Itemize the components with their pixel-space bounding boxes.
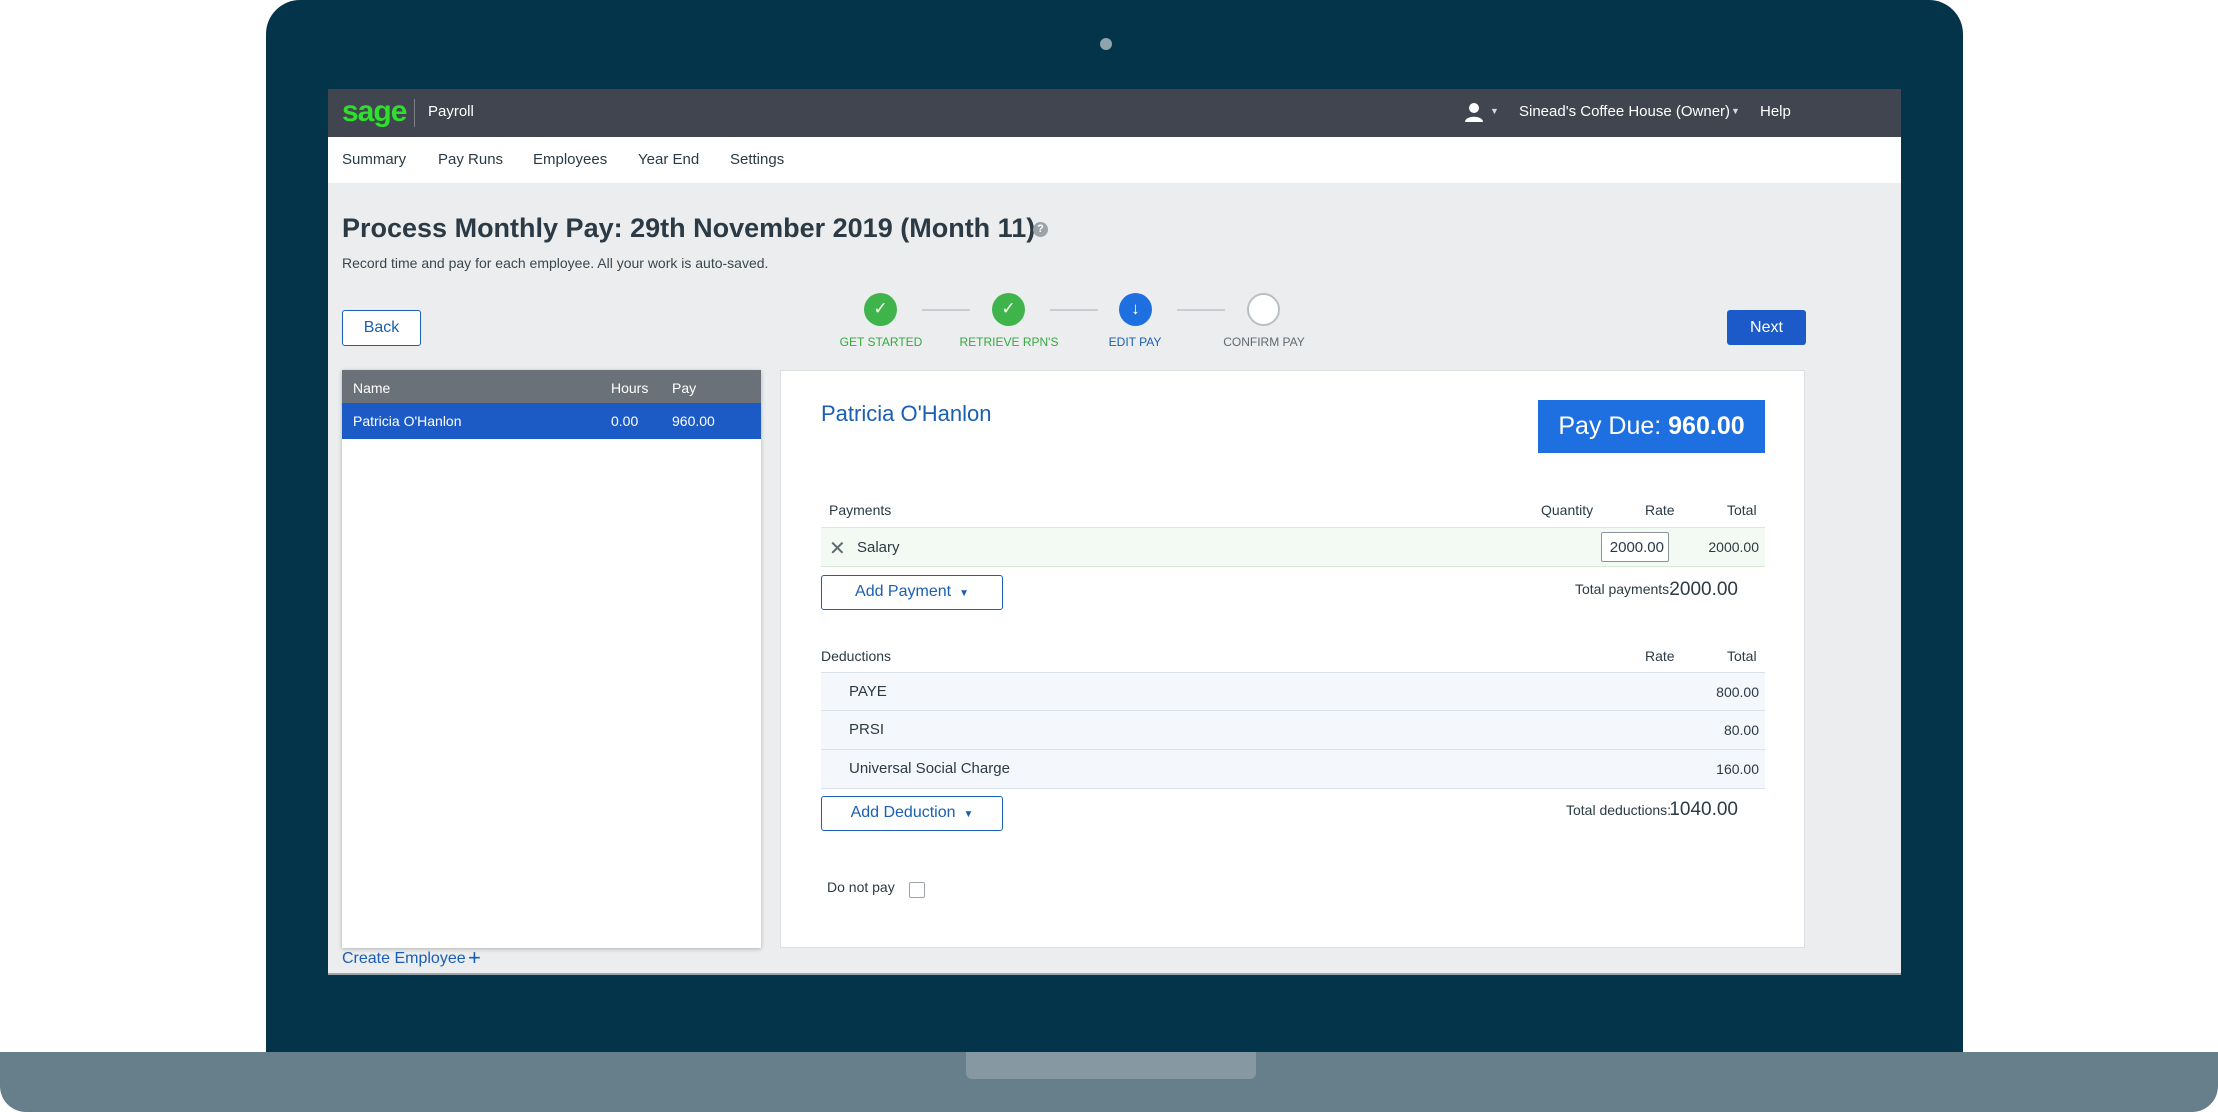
deduction-label: Universal Social Charge bbox=[849, 760, 1010, 777]
payment-label: Salary bbox=[857, 539, 900, 556]
plus-icon[interactable]: + bbox=[468, 945, 481, 971]
step-label-retrieve-rpns: RETRIEVE RPN'S bbox=[959, 335, 1059, 349]
add-deduction-button[interactable]: Add Deduction ▼ bbox=[821, 796, 1003, 831]
deduction-row-prsi: PRSI 80.00 bbox=[821, 711, 1765, 750]
step-edit-pay-arrow-icon: ↓ bbox=[1119, 293, 1152, 326]
help-link[interactable]: Help bbox=[1760, 103, 1791, 120]
page-subtitle: Record time and pay for each employee. A… bbox=[342, 255, 769, 271]
employee-row-pay: 960.00 bbox=[672, 413, 715, 429]
pay-detail-panel: Patricia O'Hanlon Pay Due: 960.00 Paymen… bbox=[780, 370, 1805, 948]
company-caret-icon[interactable]: ▼ bbox=[1731, 106, 1740, 116]
col-header-pay[interactable]: Pay bbox=[672, 380, 696, 396]
do-not-pay-label: Do not pay bbox=[827, 879, 895, 895]
step-label-edit-pay: EDIT PAY bbox=[1108, 335, 1162, 349]
deduction-total: 800.00 bbox=[1716, 684, 1759, 700]
pay-due-value: 960.00 bbox=[1668, 412, 1745, 440]
nav-employees[interactable]: Employees bbox=[533, 151, 607, 168]
nav-year-end[interactable]: Year End bbox=[638, 151, 699, 168]
logo-divider bbox=[414, 99, 415, 127]
step-connector bbox=[1050, 309, 1098, 311]
laptop-notch bbox=[966, 1052, 1256, 1079]
employee-row-name: Patricia O'Hanlon bbox=[353, 413, 462, 429]
nav-settings[interactable]: Settings bbox=[730, 151, 784, 168]
employee-row-selected[interactable]: Patricia O'Hanlon 0.00 960.00 bbox=[342, 403, 761, 439]
employee-list-panel: Name Hours Pay Patricia O'Hanlon 0.00 96… bbox=[342, 370, 761, 948]
top-bar: sage Payroll ▼ Sinead's Coffee House (Ow… bbox=[328, 89, 1901, 137]
salary-rate-input[interactable] bbox=[1601, 532, 1669, 562]
nav-summary[interactable]: Summary bbox=[342, 151, 406, 168]
app-name: Payroll bbox=[428, 103, 474, 120]
deduction-label: PAYE bbox=[849, 683, 887, 700]
step-confirm-pay-circle-icon bbox=[1247, 293, 1280, 326]
employee-row-hours: 0.00 bbox=[611, 413, 639, 429]
add-deduction-label: Add Deduction bbox=[850, 804, 956, 821]
payment-row-salary: ✕ Salary 2000.00 bbox=[821, 527, 1765, 567]
deduction-label: PRSI bbox=[849, 721, 885, 738]
app-screen: sage Payroll ▼ Sinead's Coffee House (Ow… bbox=[328, 89, 1901, 975]
employee-name-heading: Patricia O'Hanlon bbox=[821, 401, 992, 426]
pay-due-label: Pay Due: bbox=[1558, 412, 1662, 440]
payments-heading: Payments bbox=[829, 502, 892, 518]
total-deductions-value: 1040.00 bbox=[1669, 799, 1738, 820]
step-label-get-started: GET STARTED bbox=[839, 335, 923, 349]
user-icon[interactable] bbox=[1464, 101, 1484, 123]
payments-col-rate: Rate bbox=[1645, 502, 1675, 518]
add-payment-button[interactable]: Add Payment ▼ bbox=[821, 575, 1003, 610]
deductions-heading: Deductions bbox=[821, 648, 892, 664]
camera-dot bbox=[1100, 38, 1112, 50]
deduction-row-paye: PAYE 800.00 bbox=[821, 672, 1765, 711]
remove-x-icon[interactable]: ✕ bbox=[829, 536, 846, 561]
company-switcher[interactable]: Sinead's Coffee House (Owner) bbox=[1519, 103, 1730, 120]
payment-total: 2000.00 bbox=[1708, 539, 1759, 555]
deduction-total: 80.00 bbox=[1723, 722, 1759, 738]
deductions-col-total: Total bbox=[1727, 648, 1757, 664]
chevron-down-icon: ▼ bbox=[963, 809, 974, 820]
page-title: Process Monthly Pay: 29th November 2019 … bbox=[342, 213, 1036, 243]
pay-due-badge: Pay Due: 960.00 bbox=[1538, 400, 1765, 453]
payments-col-total: Total bbox=[1727, 502, 1757, 518]
user-menu-caret-icon[interactable]: ▼ bbox=[1490, 106, 1499, 116]
col-header-hours[interactable]: Hours bbox=[611, 380, 648, 396]
do-not-pay-checkbox[interactable] bbox=[909, 882, 925, 898]
sage-logo[interactable]: sage bbox=[342, 95, 407, 129]
main-nav: Summary Pay Runs Employees Year End Sett… bbox=[328, 137, 1901, 183]
col-header-name[interactable]: Name bbox=[353, 380, 390, 396]
next-button[interactable]: Next bbox=[1727, 310, 1806, 345]
create-employee-link[interactable]: Create Employee bbox=[342, 950, 466, 968]
payments-col-quantity: Quantity bbox=[1541, 502, 1594, 518]
deduction-total: 160.00 bbox=[1716, 761, 1759, 777]
add-payment-label: Add Payment bbox=[855, 583, 952, 600]
step-retrieve-rpns-check-icon: ✓ bbox=[992, 293, 1025, 326]
employee-list-header: Name Hours Pay bbox=[342, 370, 761, 403]
deductions-col-rate: Rate bbox=[1645, 648, 1675, 664]
chevron-down-icon: ▼ bbox=[959, 588, 969, 599]
screen-bottom-edge bbox=[328, 973, 1901, 975]
deduction-row-usc: Universal Social Charge 160.00 bbox=[821, 750, 1765, 789]
step-connector bbox=[922, 309, 970, 311]
back-button[interactable]: Back bbox=[342, 310, 421, 346]
total-payments-value: 2000.00 bbox=[1669, 579, 1738, 600]
step-label-confirm-pay: CONFIRM PAY bbox=[1223, 335, 1305, 349]
step-get-started-check-icon: ✓ bbox=[864, 293, 897, 326]
step-connector bbox=[1177, 309, 1225, 311]
nav-pay-runs[interactable]: Pay Runs bbox=[438, 151, 503, 168]
help-icon[interactable]: ? bbox=[1033, 222, 1048, 237]
